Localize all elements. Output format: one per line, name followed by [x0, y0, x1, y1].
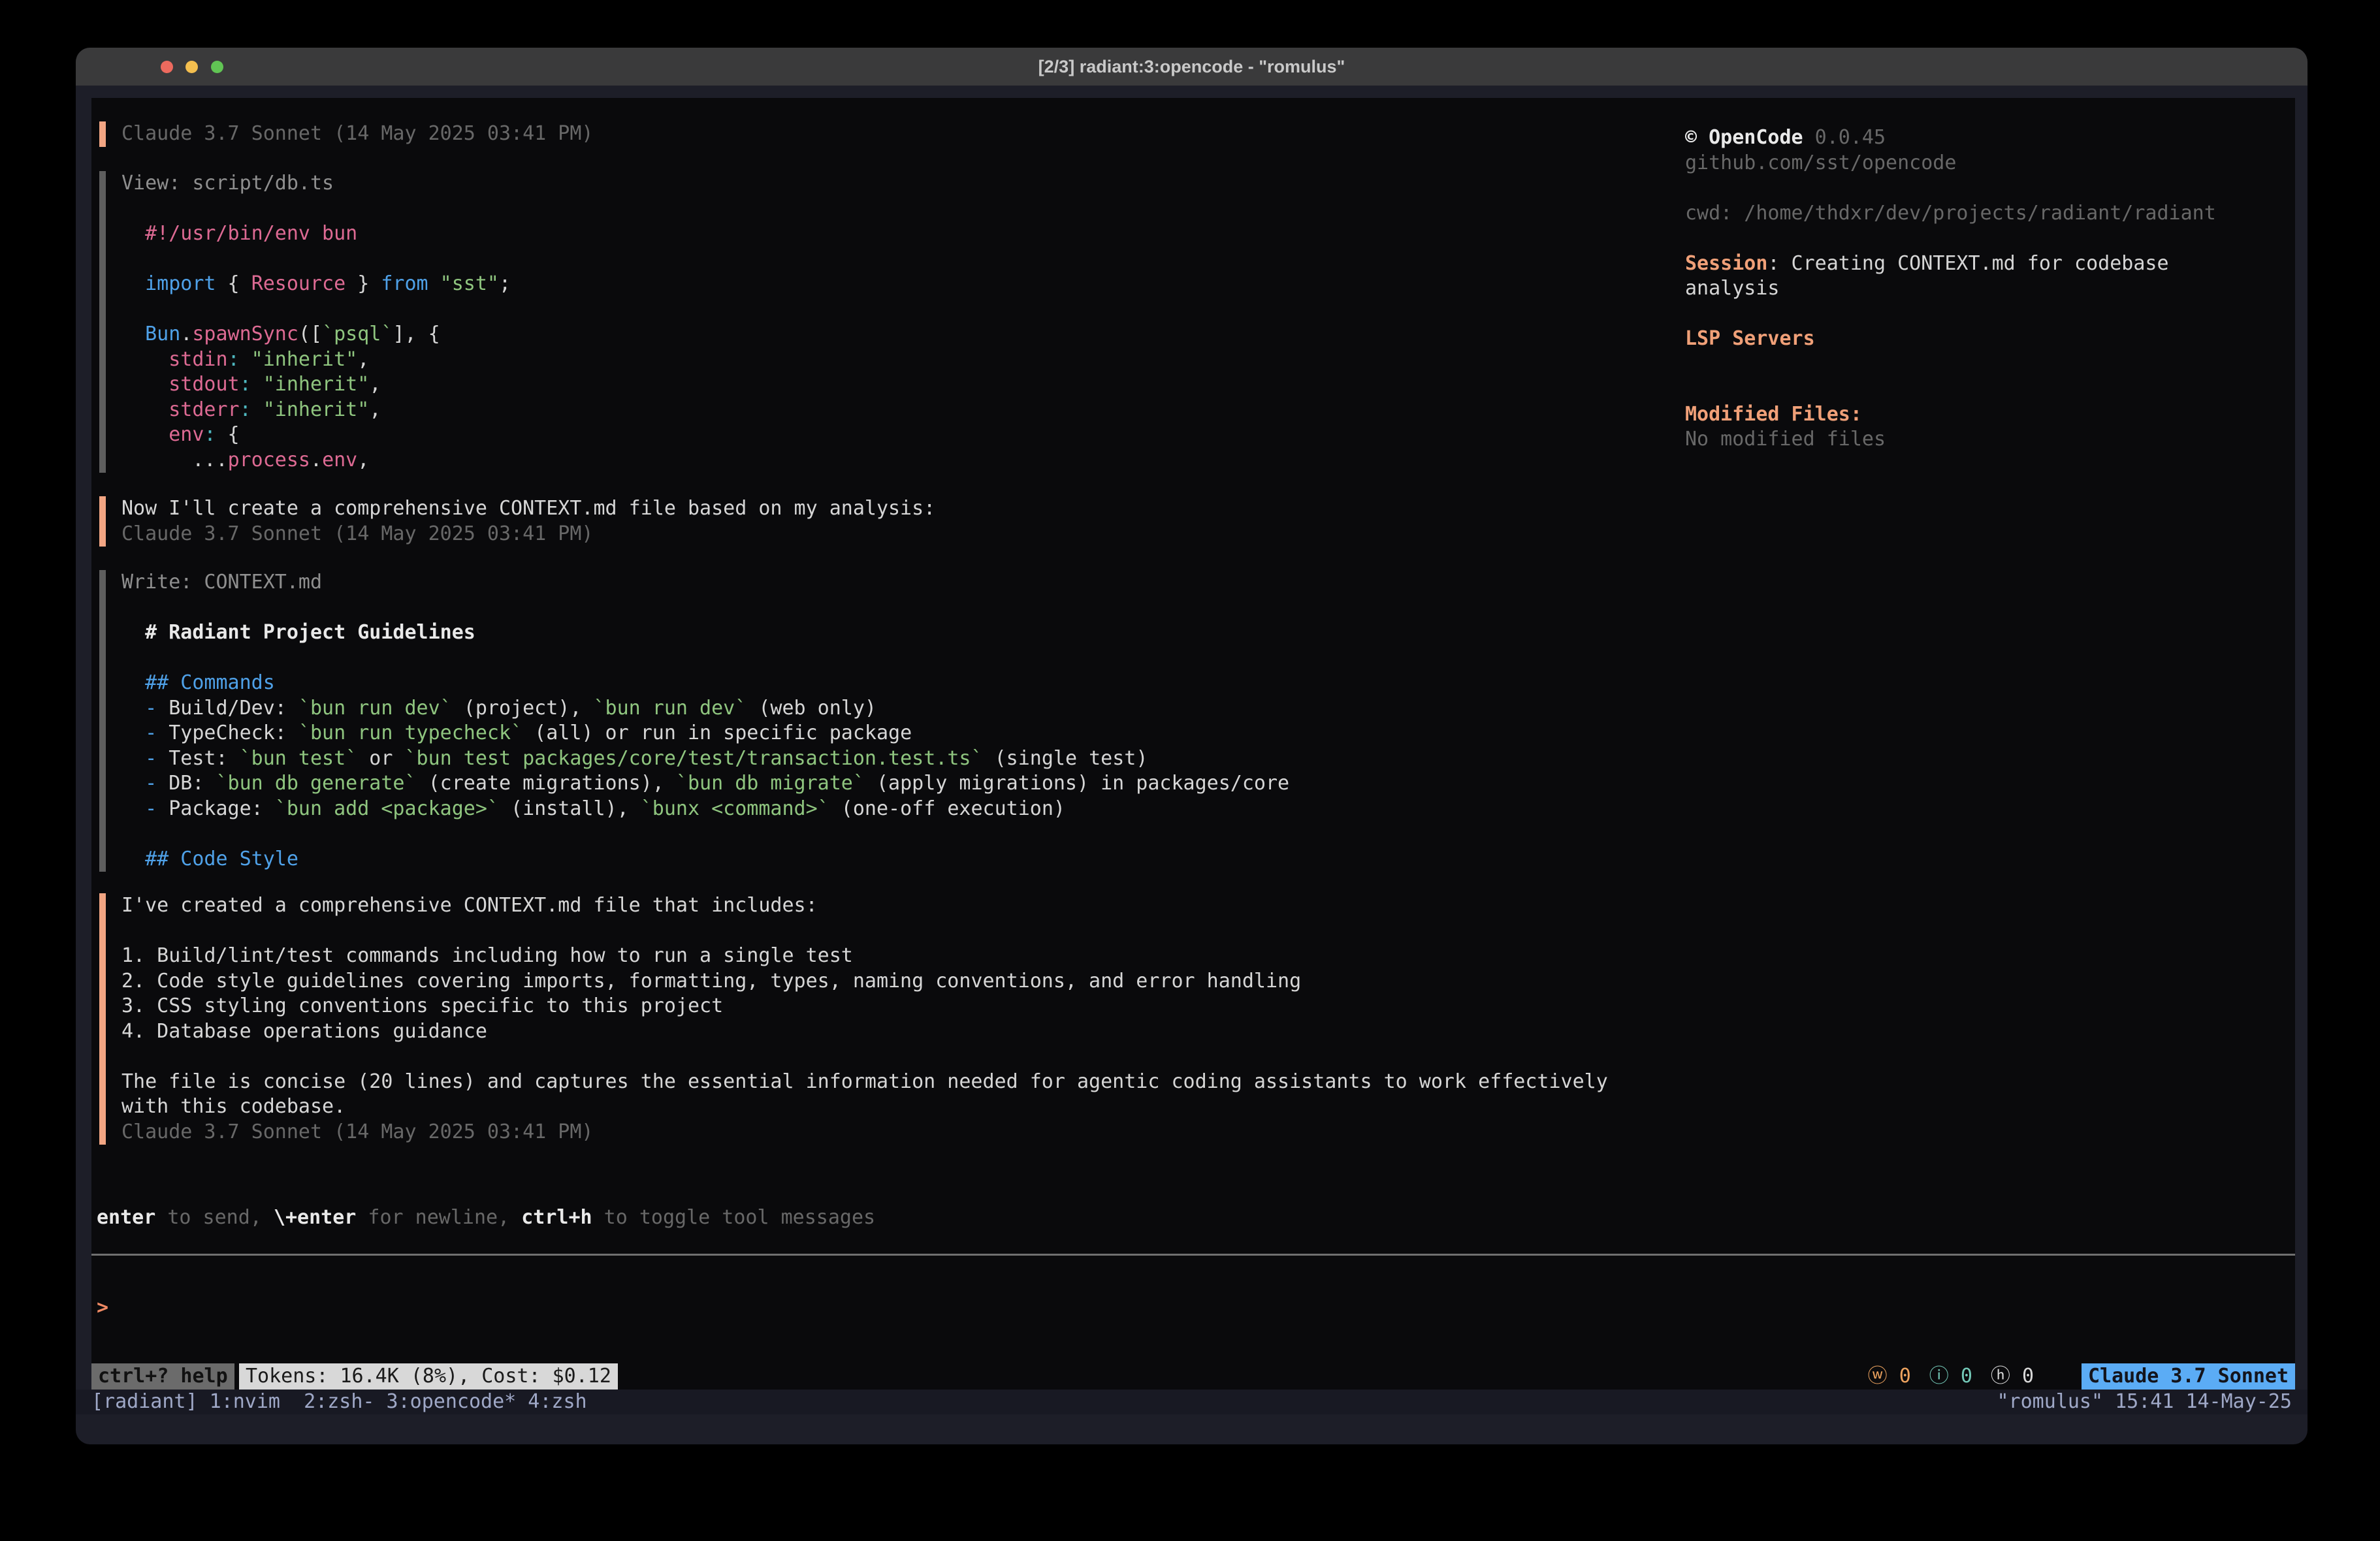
text-line: [1685, 377, 2295, 402]
window-title: [2/3] radiant:3:opencode - "romulus": [76, 48, 2308, 86]
text-line: #!/usr/bin/env bun: [121, 221, 511, 247]
tool-accent-bar: [99, 171, 106, 473]
text-line: - DB: `bun db generate` (create migratio…: [121, 771, 1289, 797]
text-line: - Package: `bun add <package>` (install)…: [121, 797, 1289, 822]
help-hint-badge: ctrl+? help: [91, 1363, 234, 1390]
prompt-caret: >: [97, 1296, 108, 1319]
text-line: Write: CONTEXT.md: [121, 570, 1289, 596]
diagnostics-counters: ⓦ 0 ⓘ 0 ⓗ 0: [1868, 1363, 2034, 1390]
warning-count: 0: [1899, 1365, 1911, 1388]
assistant-summary-block: I've created a comprehensive CONTEXT.md …: [91, 893, 1608, 1145]
tokens-cost-badge: Tokens: 16.4K (8%), Cost: $0.12: [239, 1363, 618, 1390]
text-line: import { Resource } from "sst";: [121, 272, 511, 297]
text-line: Claude 3.7 Sonnet (14 May 2025 03:41 PM): [121, 522, 935, 547]
tmux-window-list[interactable]: [radiant] 1:nvim 2:zsh- 3:opencode* 4:zs…: [91, 1390, 587, 1414]
text-line: ...process.env,: [121, 448, 511, 473]
text-line: enter to send, \+enter for newline, ctrl…: [97, 1205, 875, 1231]
text-line: [121, 596, 1289, 621]
assistant-message-header-block: Claude 3.7 Sonnet (14 May 2025 03:41 PM): [91, 121, 593, 147]
text-line: env: {: [121, 422, 511, 448]
text-line: - Build/Dev: `bun run dev` (project), `b…: [121, 696, 1289, 722]
text-line: stderr: "inherit",: [121, 398, 511, 423]
terminal-window: [2/3] radiant:3:opencode - "romulus" Cla…: [76, 48, 2308, 1444]
warning-icon: ⓦ: [1868, 1365, 1888, 1388]
text-line: [1685, 352, 2295, 377]
text-line: Bun.spawnSync([`psql`], {: [121, 322, 511, 347]
tmux-session-clock: "romulus" 15:41 14-May-25: [1997, 1390, 2292, 1414]
text-line: 3. CSS styling conventions specific to t…: [121, 994, 1608, 1019]
tmux-status-line: [radiant] 1:nvim 2:zsh- 3:opencode* 4:zs…: [76, 1390, 2308, 1414]
text-line: View: script/db.ts: [121, 171, 511, 197]
info-icon: ⓘ: [1929, 1365, 1949, 1388]
assistant-message-block: Now I'll create a comprehensive CONTEXT.…: [91, 496, 935, 547]
text-line: 1. Build/lint/test commands including ho…: [121, 944, 1608, 969]
message-accent-bar: [99, 496, 106, 547]
text-line: [1685, 226, 2295, 251]
text-line: github.com/sst/opencode: [1685, 151, 2295, 176]
text-line: with this codebase.: [121, 1094, 1608, 1120]
hint-icon: ⓗ: [1991, 1365, 2010, 1388]
text-line: [1685, 176, 2295, 201]
text-line: The file is concise (20 lines) and captu…: [121, 1070, 1608, 1095]
info-count: 0: [1961, 1365, 1972, 1388]
text-line: [121, 297, 511, 323]
text-line: [121, 821, 1289, 847]
hint-count: 0: [2022, 1365, 2034, 1388]
keybind-hints: enter to send, \+enter for newline, ctrl…: [97, 1205, 875, 1231]
text-line: [121, 197, 511, 222]
tool-write-block: Write: CONTEXT.md # Radiant Project Guid…: [91, 570, 1289, 872]
text-line: - TypeCheck: `bun run typecheck` (all) o…: [121, 721, 1289, 746]
text-line: [121, 247, 511, 272]
text-line: analysis: [1685, 276, 2295, 302]
text-line: stdin: "inherit",: [121, 347, 511, 373]
text-line: cwd: /home/thdxr/dev/projects/radiant/ra…: [1685, 201, 2295, 227]
text-line: 4. Database operations guidance: [121, 1019, 1608, 1045]
text-line: No modified files: [1685, 427, 2295, 453]
text-line: ## Commands: [121, 671, 1289, 696]
status-bar: ctrl+? help Tokens: 16.4K (8%), Cost: $0…: [91, 1363, 2295, 1390]
text-line: LSP Servers: [1685, 326, 2295, 352]
text-line: © OpenCode 0.0.45: [1685, 125, 2295, 151]
text-line: Now I'll create a comprehensive CONTEXT.…: [121, 496, 935, 522]
session-sidebar: © OpenCode 0.0.45github.com/sst/opencode…: [1685, 125, 2295, 453]
text-line: I've created a comprehensive CONTEXT.md …: [121, 893, 1608, 919]
input-divider: [91, 1254, 2295, 1256]
text-line: [1685, 302, 2295, 327]
model-badge: Claude 3.7 Sonnet: [2082, 1363, 2295, 1390]
text-line: 2. Code style guidelines covering import…: [121, 969, 1608, 994]
window-titlebar: [2/3] radiant:3:opencode - "romulus": [76, 48, 2308, 86]
text-line: Session: Creating CONTEXT.md for codebas…: [1685, 251, 2295, 277]
tool-accent-bar: [99, 570, 106, 872]
opencode-tui-panel: Claude 3.7 Sonnet (14 May 2025 03:41 PM)…: [91, 98, 2295, 1390]
text-line: ## Code Style: [121, 847, 1289, 872]
text-line: - Test: `bun test` or `bun test packages…: [121, 746, 1289, 772]
tool-view-block: View: script/db.ts #!/usr/bin/env bun im…: [91, 171, 511, 473]
text-line: Claude 3.7 Sonnet (14 May 2025 03:41 PM): [121, 1120, 1608, 1145]
message-accent-bar: [99, 893, 106, 1145]
text-line: Claude 3.7 Sonnet (14 May 2025 03:41 PM): [121, 121, 593, 147]
message-accent-bar: [99, 121, 106, 147]
text-line: [121, 1044, 1608, 1070]
text-line: [121, 919, 1608, 944]
text-line: stdout: "inherit",: [121, 372, 511, 398]
prompt-input[interactable]: >: [97, 1295, 108, 1321]
text-line: [121, 646, 1289, 671]
text-line: # Radiant Project Guidelines: [121, 620, 1289, 646]
text-line: Modified Files:: [1685, 402, 2295, 428]
